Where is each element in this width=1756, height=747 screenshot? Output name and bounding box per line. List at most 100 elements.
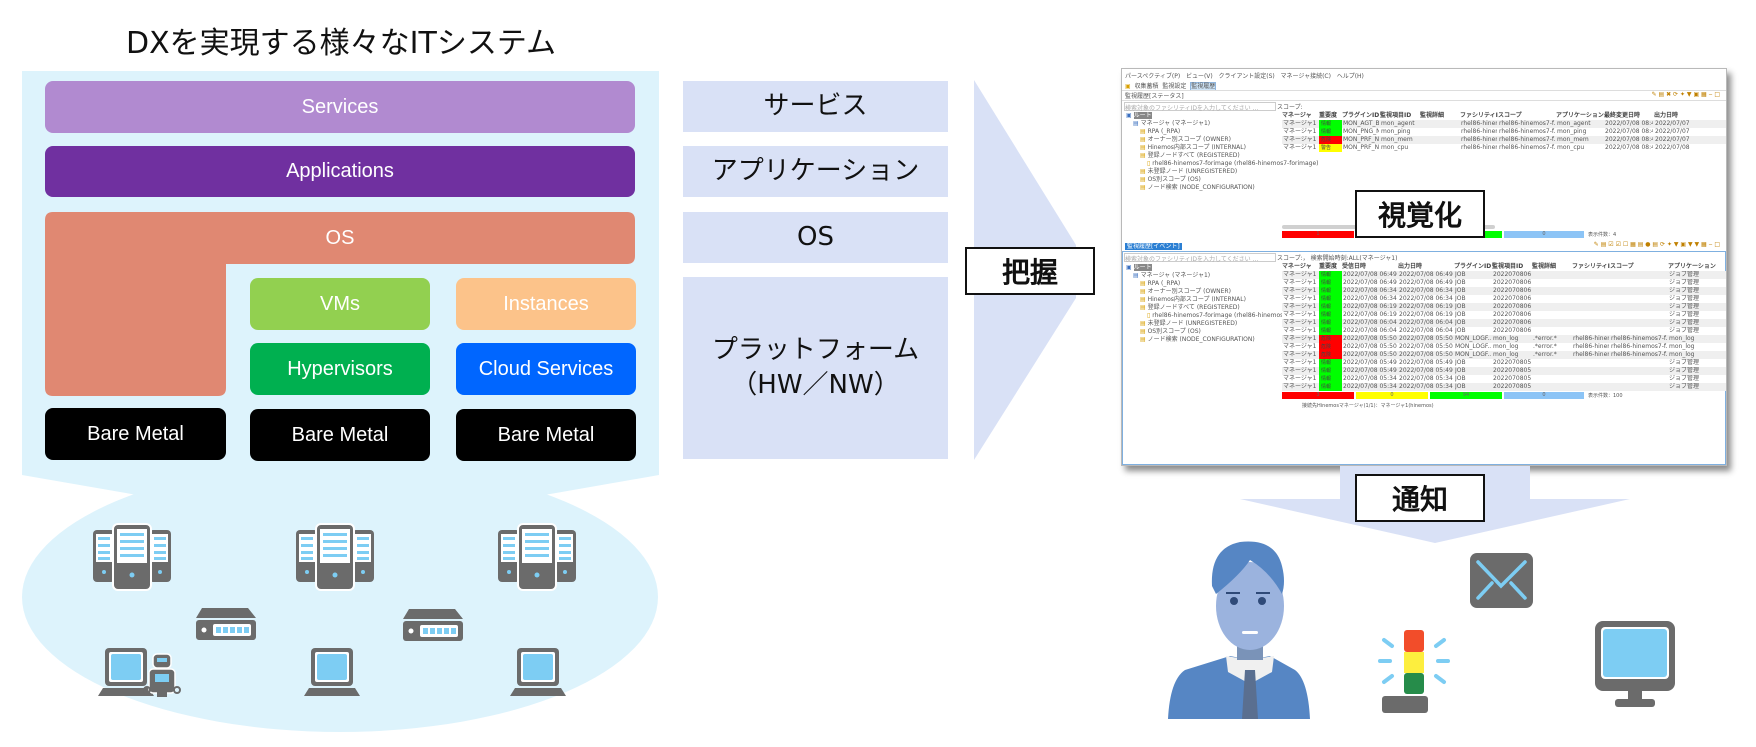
event-view-tabbar: 監視履歴[イベント] ✎ ▤ ☑ ☑ ☐ ▦ ▤ ● ▤ ⟳ ✦ ▼ ▣ ▼ ▼… [1122,241,1726,250]
tree-node-label: ノード検索 (NODE_CONFIGURATION) [1147,336,1255,343]
menu-client-settings[interactable]: クライアント設定(S) [1219,73,1275,80]
perspective-tab-monitor-settings[interactable]: 監視設定 [1162,83,1186,90]
event-view-tab[interactable]: 監視履歴[イベント] [1125,243,1182,250]
table-cell: 2022/07/08 06:19:... [1343,311,1397,318]
severity-badge: 危険 [1319,343,1342,351]
column-header[interactable]: 監視項目ID [1492,262,1532,271]
table-row[interactable]: マネージャ1危険2022/07/08 05:50:...2022/07/08 0… [1282,343,1726,351]
severity-badge: 情報 [1319,303,1342,311]
visualize-label: 視覚化 [1355,190,1485,238]
tree-node-label: 未登録ノード (UNREGISTERED) [1147,320,1238,327]
open-perspective-icon[interactable]: ▣ [1125,83,1131,90]
status-search-input[interactable]: 検索対象のファシリティIDを入力してください ... [1124,102,1276,112]
scope-folder-icon: ▣ [1126,264,1134,271]
table-cell: mon_agent [1557,120,1591,127]
laptop-icon [304,648,360,696]
table-cell: 2022/07/07 [1655,136,1690,143]
menu-view[interactable]: ビュー(V) [1186,73,1213,80]
table-row[interactable]: マネージャ1情報2022/07/08 06:49:...2022/07/08 0… [1282,271,1726,279]
status-view-tab[interactable]: 監視履歴[ステータス] [1125,93,1184,100]
table-row[interactable]: マネージャ1情報2022/07/08 06:19:...2022/07/08 0… [1282,303,1726,311]
table-row[interactable]: マネージャ1情報2022/07/08 05:34:...2022/07/08 0… [1282,375,1726,383]
table-cell: ジョブ管理 [1669,375,1700,382]
perspective-tab-collect[interactable]: 収集蓄積 [1135,83,1159,90]
column-header[interactable]: プラグインID [1342,111,1380,120]
table-row[interactable]: マネージャ1情報2022/07/08 05:49:...2022/07/08 0… [1282,359,1726,367]
table-row[interactable]: マネージャ1情報2022/07/08 05:49:...2022/07/08 0… [1282,367,1726,375]
table-cell: mon_ping [1557,128,1587,135]
table-row[interactable]: マネージャ1情報2022/07/08 06:04:...2022/07/08 0… [1282,327,1726,335]
table-cell: 2022/07/08 06:04:... [1343,319,1397,326]
table-cell: マネージャ1 [1283,319,1317,326]
table-cell: マネージャ1 [1283,128,1317,135]
table-cell: マネージャ1 [1283,120,1317,127]
column-header[interactable]: 監視詳細 [1532,262,1572,271]
menu-perspective[interactable]: パースペクティブ(P) [1125,73,1180,80]
tree-node-label: 登録ノードすべて (REGISTERED) [1147,152,1240,159]
table-cell: JOB [1455,287,1466,294]
menu-help[interactable]: ヘルプ(H) [1337,73,1364,80]
event-search-input[interactable]: 検索対象のファシリティIDを入力してください ... [1124,253,1276,263]
table-cell: 2022/07/08 05:50:... [1399,343,1453,350]
severity-badge: 情報 [1319,383,1342,391]
table-row[interactable]: マネージャ1情報2022/07/08 06:34:...2022/07/08 0… [1282,295,1726,303]
table-cell: MON_LOGF... [1455,335,1491,342]
table-cell [1573,359,1609,367]
column-header[interactable]: ファシリティID [1572,262,1610,271]
column-header[interactable]: スコープ [1610,262,1668,271]
table-cell: 2022/07/08 08:40:... [1605,144,1653,151]
table-cell: rhel86-hinem... [1461,120,1497,127]
tree-node[interactable]: ▤ ノード検索 (NODE_CONFIGURATION) [1140,335,1255,344]
status-view-toolbar-icons[interactable]: ✎ ▤ ✖ ⟳ ✦ ▼ ▣ ▦ ‒ □ [1652,91,1720,98]
table-cell: 2022/07/08 06:34:... [1343,287,1397,294]
status-bar: 接続先Hinemosマネージャ(1/1)：マネージャ1(hinemos) [1302,403,1434,409]
table-cell: 2022/07/08 06:34:... [1399,295,1453,302]
table-row[interactable]: マネージャ1危険2022/07/08 05:50:...2022/07/08 0… [1282,335,1726,343]
event-view-toolbar-icons[interactable]: ✎ ▤ ☑ ☑ ☐ ▦ ▤ ● ▤ ⟳ ✦ ▼ ▣ ▼ ▼ ▦ ‒ □ [1594,241,1720,248]
table-row[interactable]: マネージャ1情報2022/07/08 06:19:...2022/07/08 0… [1282,311,1726,319]
column-header[interactable]: 受信日時 [1342,262,1398,271]
scope-folder-icon: ▤ [1140,320,1148,327]
table-cell: 2022/07/08 05:50:... [1343,351,1397,358]
column-header[interactable]: 重要度 [1319,111,1342,120]
column-header[interactable]: アプリケーション [1556,111,1604,120]
column-header[interactable]: 最終変更日時 [1604,111,1654,120]
table-row[interactable]: マネージャ1情報MON_AGT_Bmon_agentrhel86-hinem..… [1282,120,1726,128]
column-header[interactable]: アプリケーション [1668,262,1726,271]
table-row[interactable]: マネージャ1情報MON_PNG_Nmon_pingrhel86-hinem...… [1282,128,1726,136]
menu-bar: パースペクティブ(P) ビュー(V) クライアント設定(S) マネージャ接続(C… [1125,71,1364,80]
tree-node-label: マネージャ (マネージャ1) [1140,272,1211,279]
column-header[interactable]: プラグインID [1454,262,1492,271]
table-row[interactable]: マネージャ1危険MON_PRF_Nmon_memrhel86-hinem...r… [1282,136,1726,144]
column-header[interactable]: 監視項目ID [1380,111,1420,120]
table-cell: 2022/07/08 05:49:... [1343,367,1397,374]
table-cell [1573,295,1609,303]
table-cell: mon_ping [1381,128,1411,135]
table-row[interactable]: マネージャ1情報2022/07/08 06:04:...2022/07/08 0… [1282,319,1726,327]
notification-icons [1168,541,1675,719]
column-header[interactable]: マネージャ [1282,262,1319,271]
column-header[interactable]: ファシリティID [1460,111,1498,120]
column-header[interactable]: 監視詳細 [1420,111,1460,120]
table-cell [1533,279,1571,287]
table-row[interactable]: マネージャ1危険2022/07/08 05:50:...2022/07/08 0… [1282,351,1726,359]
tree-node-label: 登録ノードすべて (REGISTERED) [1147,304,1240,311]
table-row[interactable]: マネージャ1警告MON_PRF_Nmon_cpurhel86-hinem...r… [1282,144,1726,152]
column-header[interactable]: スコープ [1498,111,1556,120]
table-row[interactable]: マネージャ1情報2022/07/08 05:34:...2022/07/08 0… [1282,383,1726,391]
table-row[interactable]: マネージャ1情報2022/07/08 06:49:...2022/07/08 0… [1282,279,1726,287]
tree-node[interactable]: ▤ ノード検索 (NODE_CONFIGURATION) [1140,183,1255,192]
severity-badge: 警告 [1319,144,1342,152]
table-row[interactable]: マネージャ1情報2022/07/08 06:34:...2022/07/08 0… [1282,287,1726,295]
table-cell: rhel86-hinemos7-f... [1499,120,1555,127]
column-header[interactable]: 出力日時 [1398,262,1454,271]
table-cell: 2022070805... [1493,375,1531,382]
table-cell: JOB [1455,319,1466,326]
table-cell: .*error.* [1533,335,1557,342]
table-cell: mon_mem [1381,136,1413,143]
column-header[interactable]: 重要度 [1319,262,1342,271]
column-header[interactable]: 出力日時 [1654,111,1696,120]
column-header[interactable]: マネージャ [1282,111,1319,120]
menu-manager-connect[interactable]: マネージャ接続(C) [1281,73,1331,80]
severity-badge: 情報 [1319,311,1342,319]
